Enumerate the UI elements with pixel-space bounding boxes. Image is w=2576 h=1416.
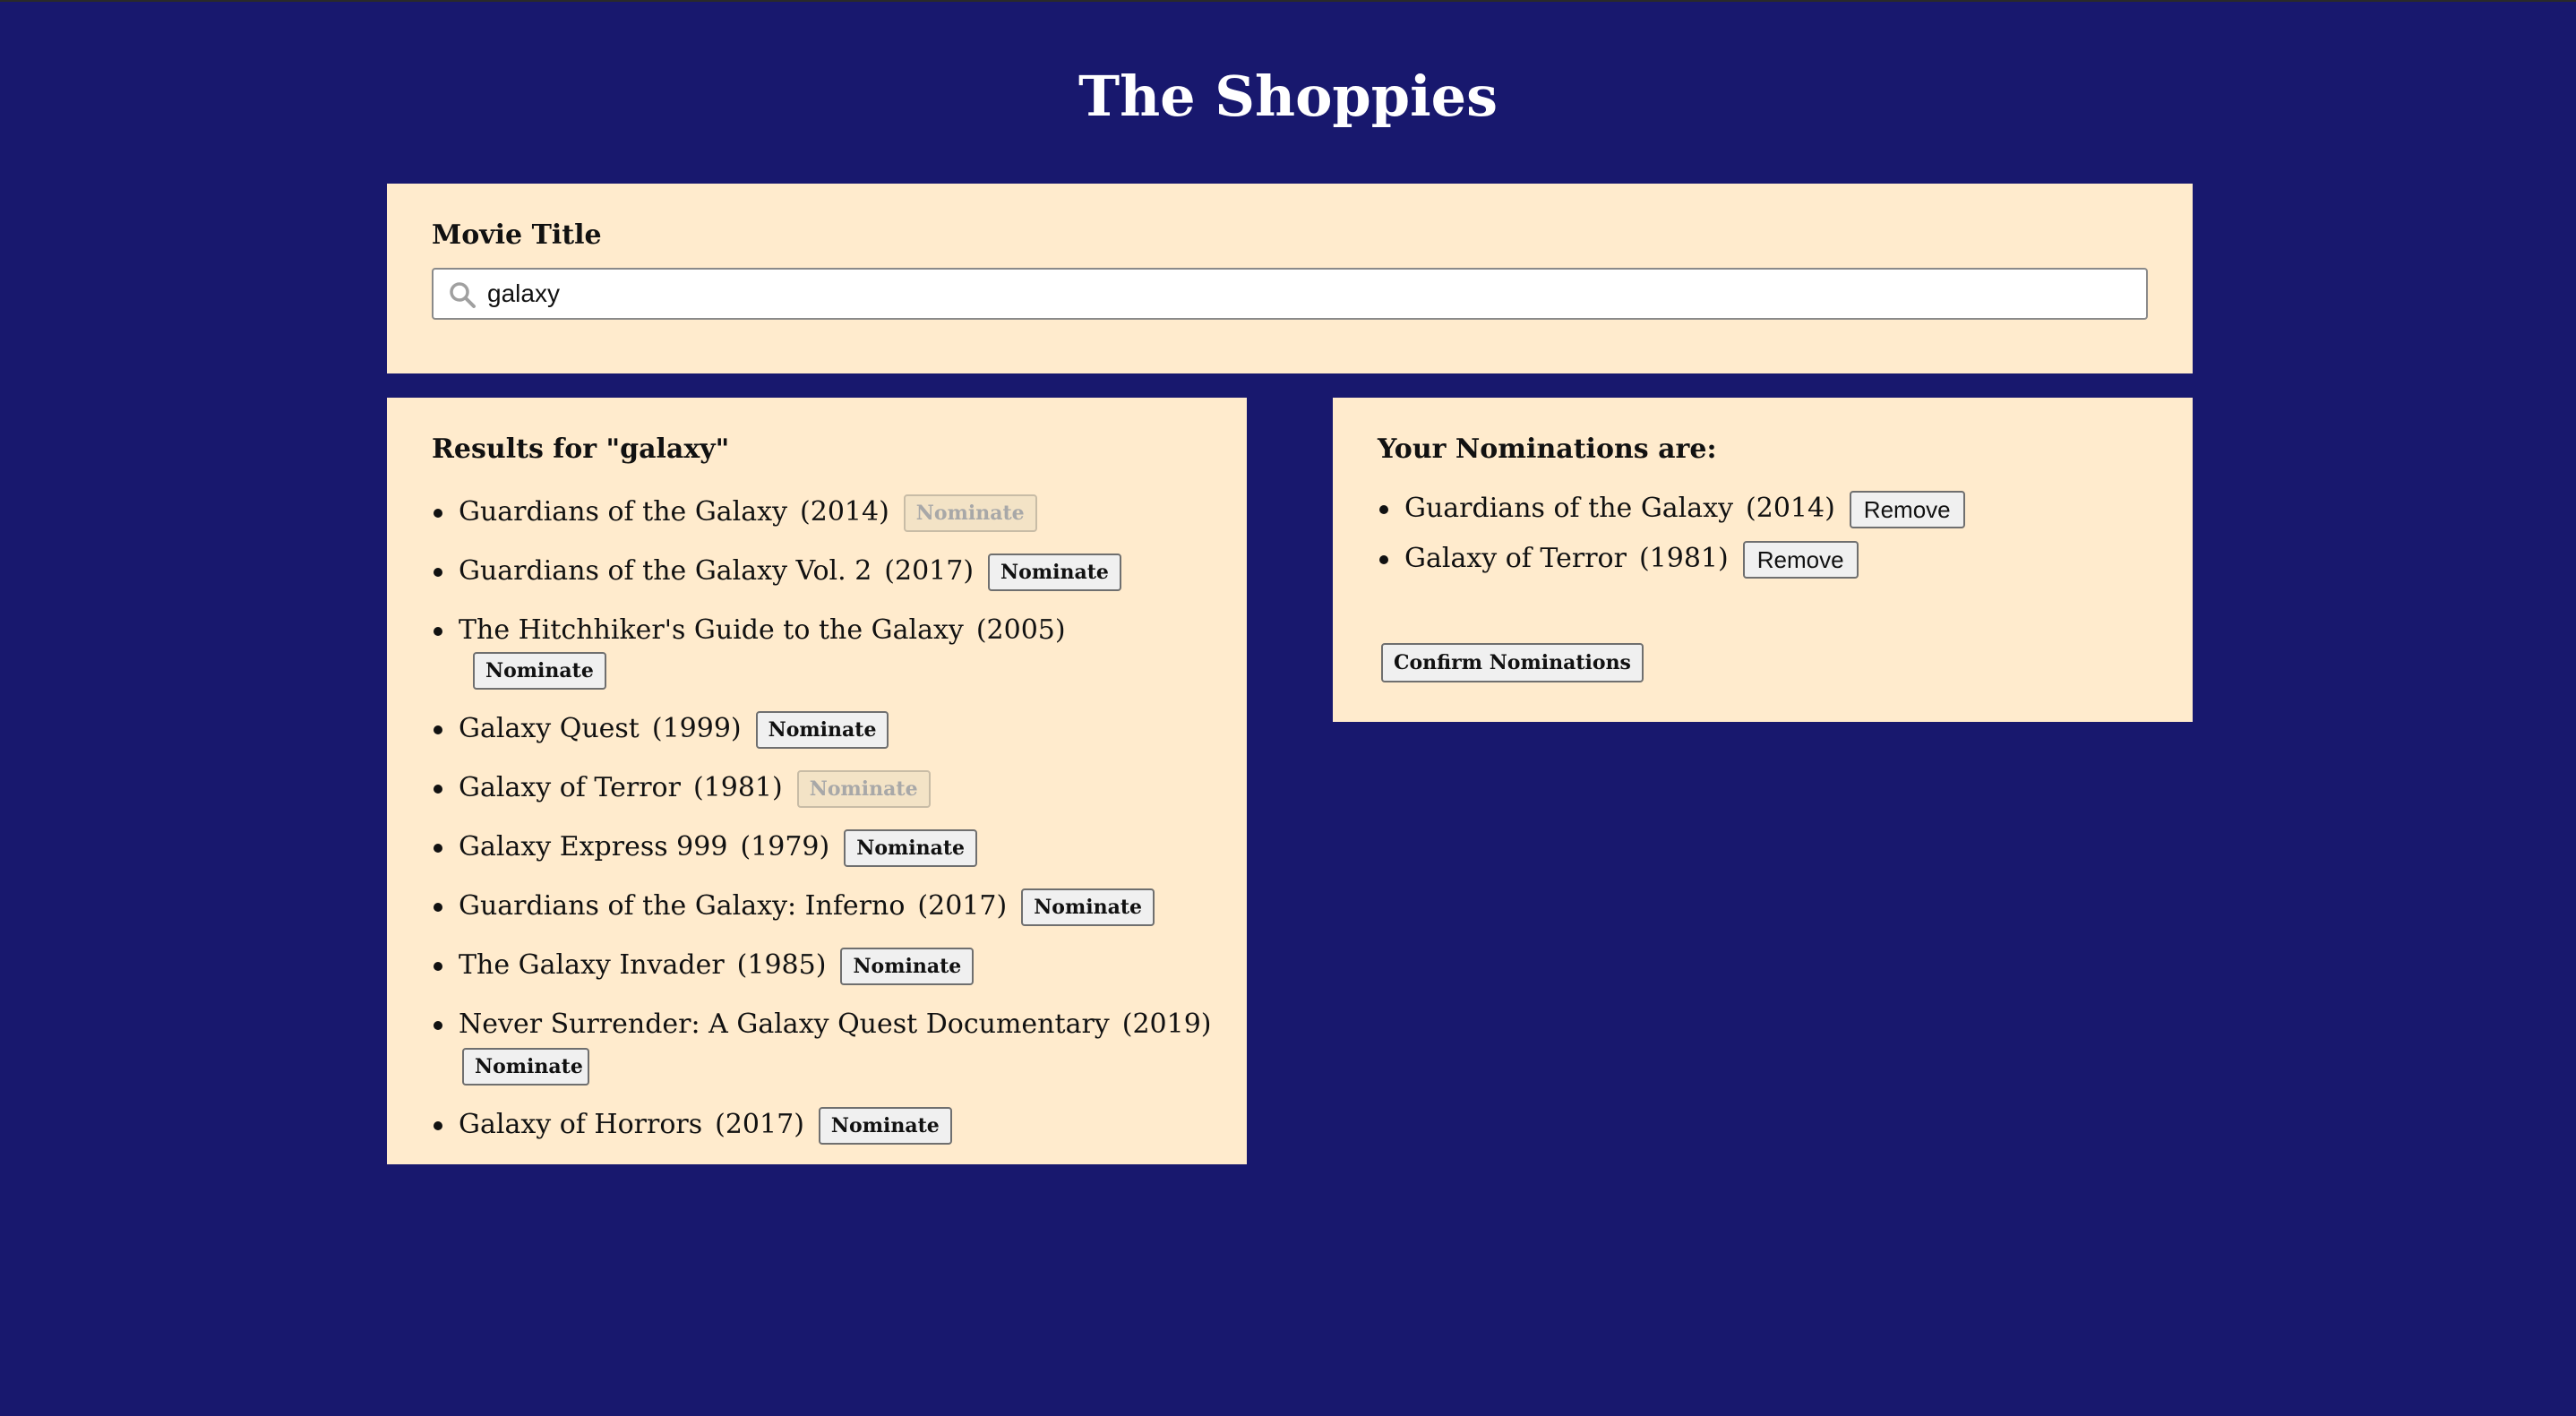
bullet-icon: [434, 627, 442, 636]
results-heading: Results for "galaxy": [432, 433, 730, 465]
search-input[interactable]: [487, 275, 2126, 313]
bullet-icon: [1379, 505, 1388, 514]
result-item: Galaxy Express 999 (1979) Nominate: [434, 828, 1211, 867]
bullet-icon: [434, 725, 442, 734]
result-year: (1981): [692, 772, 783, 803]
search-panel: Movie Title: [387, 184, 2193, 373]
result-title: Galaxy of Horrors: [459, 1109, 703, 1140]
result-year: (1999): [651, 713, 742, 744]
nominate-button[interactable]: Nominate: [818, 1107, 952, 1145]
nominate-button: Nominate: [796, 770, 931, 808]
result-item: Galaxy of Terror (1981) Nominate: [434, 768, 1211, 808]
bullet-icon: [1379, 555, 1388, 564]
bullet-icon: [434, 844, 442, 853]
bullet-icon: [434, 1021, 442, 1030]
nominate-button[interactable]: Nominate: [473, 652, 606, 690]
result-year: (2005): [975, 614, 1066, 646]
result-item: Galaxy Quest (1999) Nominate: [434, 709, 1211, 749]
result-item: The Galaxy Invader (1985) Nominate: [434, 946, 1211, 985]
nomination-item: Guardians of the Galaxy (2014) Remove: [1379, 489, 2139, 528]
nominate-button[interactable]: Nominate: [840, 948, 975, 985]
nominations-heading: Your Nominations are:: [1378, 433, 1717, 465]
remove-button[interactable]: Remove: [1742, 541, 1859, 579]
result-year: (1979): [740, 831, 830, 862]
nomination-year: (2014): [1746, 493, 1835, 524]
nomination-title: Galaxy of Terror: [1404, 543, 1627, 574]
nominate-button[interactable]: Nominate: [755, 711, 889, 749]
result-title: Galaxy Express 999: [459, 831, 728, 862]
result-title: Galaxy Quest: [459, 713, 640, 744]
nomination-title: Guardians of the Galaxy: [1404, 493, 1734, 524]
search-label: Movie Title: [432, 219, 602, 251]
result-year: (1985): [736, 949, 827, 981]
nominations-panel: Your Nominations are: Guardians of the G…: [1333, 398, 2193, 722]
search-box[interactable]: [432, 268, 2148, 320]
result-title: Never Surrender: A Galaxy Quest Document…: [459, 1008, 1110, 1040]
result-item: Guardians of the Galaxy (2014) Nominate: [434, 493, 1211, 532]
result-item: Guardians of the Galaxy: Inferno (2017) No…: [434, 887, 1211, 926]
nominate-button[interactable]: Nominate: [988, 554, 1121, 591]
bullet-icon: [434, 903, 442, 912]
bullet-icon: [434, 509, 442, 518]
result-item: Guardians of the Galaxy Vol. 2 (2017) Nomi…: [434, 552, 1211, 591]
bullet-icon: [434, 1121, 442, 1130]
result-year: (2017): [917, 890, 1008, 922]
result-title: The Galaxy Invader: [459, 949, 725, 981]
bullet-icon: [434, 962, 442, 971]
result-title: The Hitchhiker's Guide to the Galaxy: [459, 614, 964, 646]
nominate-button[interactable]: Nominate: [1021, 888, 1155, 926]
result-item: Never Surrender: A Galaxy Quest Document…: [434, 1005, 1212, 1086]
result-item: Galaxy of Horrors (2017) Nominate: [434, 1105, 1211, 1145]
result-title: Guardians of the Galaxy: [459, 496, 788, 528]
nominate-button[interactable]: Nominate: [462, 1048, 589, 1086]
nominate-button[interactable]: Nominate: [844, 829, 978, 867]
result-year: (2014): [800, 496, 889, 528]
app-title: The Shoppies: [1078, 64, 1498, 129]
nomination-item: Galaxy of Terror (1981) Remove: [1379, 539, 2139, 579]
result-year: (2017): [884, 555, 975, 587]
search-icon: [448, 280, 477, 309]
remove-button[interactable]: Remove: [1849, 491, 1965, 528]
nomination-year: (1981): [1638, 543, 1729, 574]
result-title: Guardians of the Galaxy: Inferno: [459, 890, 906, 922]
result-title: Guardians of the Galaxy Vol. 2: [459, 555, 872, 587]
results-panel: Results for "galaxy" Guardians of the Ga…: [387, 398, 1247, 1164]
result-title: Galaxy of Terror: [459, 772, 681, 803]
bullet-icon: [434, 568, 442, 577]
bullet-icon: [434, 785, 442, 794]
nominations-list: Guardians of the Galaxy (2014) Remove Galax…: [1379, 489, 2139, 589]
confirm-nominations-button[interactable]: Confirm Nominations: [1381, 643, 1644, 682]
result-year: (2017): [715, 1109, 804, 1140]
result-year: (2019): [1121, 1008, 1212, 1040]
nominate-button: Nominate: [903, 494, 1037, 532]
result-item: The Hitchhiker's Guide to the Galaxy (200…: [434, 611, 1211, 690]
results-list: Guardians of the Galaxy (2014) Nominate Gua…: [434, 493, 1212, 1164]
